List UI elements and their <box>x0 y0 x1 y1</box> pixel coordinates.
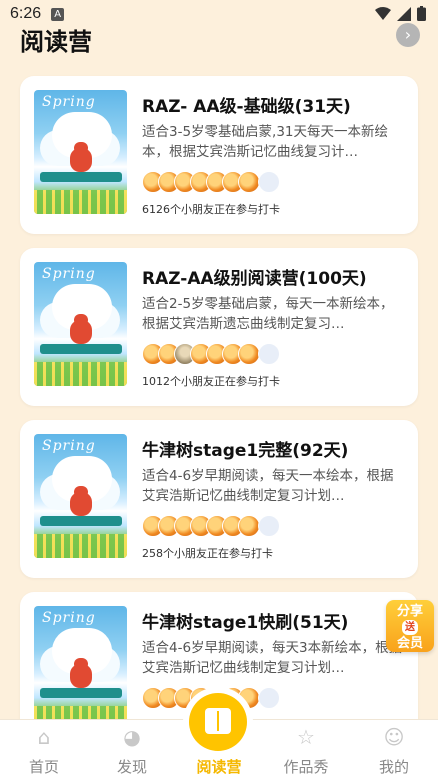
tab-label: 作品秀 <box>283 758 329 776</box>
camp-cover-image: Spring <box>34 434 127 558</box>
avatar <box>238 515 260 537</box>
share-label-mid: 送 <box>402 620 418 635</box>
camp-name: RAZ- AA级-基础级(31天) <box>142 97 351 117</box>
page-header: 阅读营 › <box>0 18 438 58</box>
camp-card[interactable]: Spring RAZ-AA级别阅读营(100天) 适合2-5岁零基础启蒙，每天一… <box>20 248 418 406</box>
camp-description: 适合2-5岁零基础启蒙，每天一本新绘本，根据艾宾浩斯遗忘曲线制定复习… <box>142 296 394 332</box>
tab-label: 发现 <box>116 758 147 776</box>
avatar <box>238 171 260 193</box>
camp-cover-image: Spring <box>34 262 127 386</box>
more-avatars-icon <box>258 687 280 709</box>
share-label: 分享 <box>396 604 423 619</box>
avatar <box>238 343 260 365</box>
chevron-right-icon[interactable]: › <box>396 23 420 47</box>
tab-profile[interactable]: ☺ 我的 <box>350 720 438 779</box>
home-icon: ⌂ <box>37 725 51 749</box>
book-icon[interactable] <box>189 693 247 751</box>
share-gift-button[interactable]: 分享 送 会员 <box>386 600 434 652</box>
camp-name: 牛津树stage1完整(92天) <box>142 441 349 461</box>
tab-label: 阅读营 <box>196 758 242 776</box>
share-label-bottom: 会员 <box>396 636 423 651</box>
camp-description: 适合4-6岁早期阅读，每天3本新绘本，根据艾宾浩斯记忆曲线制定复习计划… <box>142 640 403 676</box>
tab-label: 我的 <box>378 758 409 776</box>
participant-count: 258个小朋友正在参与打卡 <box>142 547 273 560</box>
cover-title: Spring <box>42 94 96 110</box>
tab-label: 首页 <box>28 758 59 776</box>
more-avatars-icon <box>258 171 280 193</box>
camp-name: 牛津树stage1快刷(51天) <box>142 613 349 633</box>
tab-home[interactable]: ⌂ 首页 <box>0 720 88 779</box>
star-icon: ☆ <box>297 725 315 749</box>
participant-avatars <box>142 170 280 194</box>
participant-avatars <box>142 342 280 366</box>
tab-discover[interactable]: ◕ 发现 <box>88 720 176 779</box>
page-title: 阅读营 <box>20 28 92 56</box>
participant-count: 1012个小朋友正在参与打卡 <box>142 375 280 388</box>
camp-card[interactable]: Spring 牛津树stage1完整(92天) 适合4-6岁早期阅读，每天一本绘… <box>20 420 418 578</box>
camp-name: RAZ-AA级别阅读营(100天) <box>142 269 367 289</box>
camp-cover-image: Spring <box>34 90 127 214</box>
camp-card[interactable]: Spring RAZ- AA级-基础级(31天) 适合3-5岁零基础启蒙,31天… <box>20 76 418 234</box>
participant-avatars <box>142 514 280 538</box>
camp-description: 适合4-6岁早期阅读，每天一本绘本，根据艾宾浩斯记忆曲线制定复习计划… <box>142 468 394 504</box>
cover-title: Spring <box>42 266 96 282</box>
camp-cover-image: Spring <box>34 606 127 730</box>
more-avatars-icon <box>258 515 280 537</box>
cover-title: Spring <box>42 610 96 626</box>
participant-count: 6126个小朋友正在参与打卡 <box>142 203 280 216</box>
profile-icon: ☺ <box>383 725 405 749</box>
cover-title: Spring <box>42 438 96 454</box>
tab-works[interactable]: ☆ 作品秀 <box>262 720 350 779</box>
discover-icon: ◕ <box>123 725 141 749</box>
more-avatars-icon <box>258 343 280 365</box>
camp-description: 适合3-5岁零基础启蒙,31天每天一本新绘本，根据艾宾浩斯记忆曲线复习计… <box>142 124 389 160</box>
